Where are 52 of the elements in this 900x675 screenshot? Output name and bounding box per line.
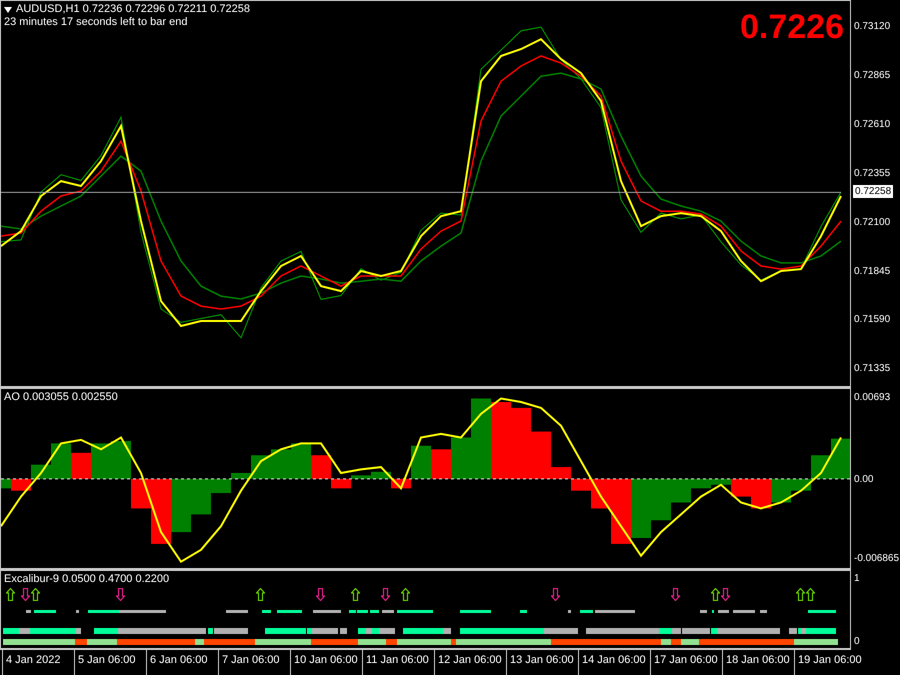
time-axis-label: 4 Jan 2022: [2, 650, 74, 675]
oscillator-axis-label: 0.00693: [854, 390, 890, 404]
price-axis-label: 0.71845: [854, 264, 890, 278]
time-axis-label: 7 Jan 06:00: [218, 650, 290, 675]
time-axis-label: 10 Jan 06:00: [290, 650, 362, 675]
price-axis-label: 0.71335: [854, 362, 890, 376]
histogram-bar: [431, 449, 451, 479]
oscillator-title: AO 0.003055 0.002550: [4, 391, 118, 404]
time-axis-label: 11 Jan 06:00: [362, 650, 434, 675]
price-axis-label: 0.72610: [854, 118, 890, 131]
time-axis-label: 18 Jan 06:00: [722, 650, 794, 675]
down-arrow-icon: [316, 588, 325, 601]
up-arrow-icon: [6, 588, 15, 601]
up-arrow-icon: [711, 588, 720, 601]
signal-axis-label: 1: [854, 572, 860, 585]
dropdown-triangle-icon[interactable]: [4, 6, 12, 12]
up-arrow-icon: [806, 588, 815, 601]
time-axis-label: 6 Jan 06:00: [146, 650, 218, 675]
down-arrow-icon: [116, 588, 125, 601]
up-arrow-icon: [256, 588, 265, 601]
price-axis-label: 0.73120: [854, 20, 890, 34]
up-arrow-icon: [351, 588, 360, 601]
oscillator-axis-label: -0.006865: [854, 552, 900, 565]
down-arrow-icon: [381, 588, 390, 601]
histogram-bar: [631, 478, 651, 538]
up-arrow-icon: [796, 588, 805, 601]
histogram-bar: [111, 441, 131, 479]
time-axis-label: 12 Jan 06:00: [434, 650, 506, 675]
signal-indicator-title: Excalibur-9 0.0500 0.4700 0.2200: [4, 573, 170, 586]
price-axis-label: 0.72100: [854, 216, 890, 229]
price-axis-label: 0.71590: [854, 313, 890, 326]
time-axis-label: 17 Jan 06:00: [650, 650, 722, 675]
up-arrow-icon: [401, 588, 410, 601]
histogram-bar: [91, 443, 111, 479]
histogram-bar: [71, 452, 91, 479]
down-arrow-icon: [721, 588, 730, 601]
current-price-value: 0.7226: [740, 9, 844, 45]
time-axis-label: 19 Jan 06:00: [794, 650, 866, 675]
time-axis-label: 5 Jan 06:00: [74, 650, 146, 675]
oscillator-axis-label: 0.00: [854, 472, 874, 486]
up-arrow-icon: [31, 588, 40, 601]
down-arrow-icon: [671, 588, 680, 601]
down-arrow-icon: [21, 588, 30, 601]
current-price-label: 0.72258: [853, 185, 894, 198]
bar-timer: 23 minutes 17 seconds left to bar end: [4, 16, 188, 29]
symbol-quote: AUDUSD,H1 0.72236 0.72296 0.72211 0.72258: [16, 3, 250, 16]
down-arrow-icon: [551, 588, 560, 601]
price-axis-label: 0.72355: [854, 166, 890, 180]
time-axis-label: 14 Jan 06:00: [578, 650, 650, 675]
price-axis-label: 0.72865: [854, 68, 890, 82]
time-axis-label: 13 Jan 06:00: [506, 650, 578, 675]
signal-axis-label: 0: [854, 635, 860, 648]
